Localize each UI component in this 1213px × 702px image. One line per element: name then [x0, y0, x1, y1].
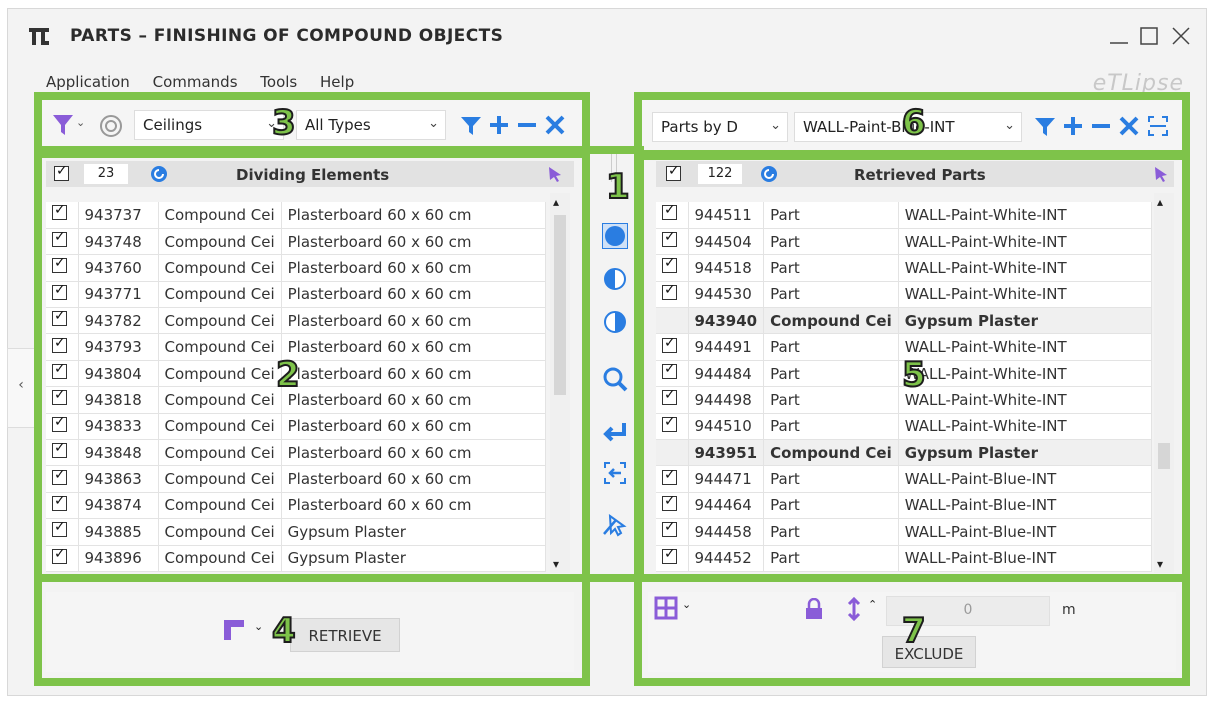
- marker-5: 5: [901, 355, 927, 395]
- menu-commands[interactable]: Commands: [153, 73, 238, 91]
- collapse-panel-tab[interactable]: ‹: [7, 348, 35, 428]
- marker-7: 7: [901, 611, 927, 651]
- window-title: PARTS – FINISHING OF COMPOUND OBJECTS: [70, 26, 504, 46]
- menu-bar: Application Commands Tools Help: [46, 73, 372, 91]
- annotation-box-4: [34, 574, 590, 686]
- annotation-box-2: [34, 146, 590, 582]
- marker-3: 3: [271, 103, 297, 143]
- marker-1: 1: [605, 167, 631, 207]
- minimize-icon[interactable]: [1106, 23, 1132, 49]
- menu-tools[interactable]: Tools: [260, 73, 297, 91]
- maximize-icon[interactable]: [1136, 23, 1162, 49]
- marker-4: 4: [271, 611, 297, 651]
- menu-help[interactable]: Help: [320, 73, 354, 91]
- menu-application[interactable]: Application: [46, 73, 130, 91]
- title-bar: PARTS – FINISHING OF COMPOUND OBJECTS: [8, 9, 1206, 59]
- app-logo-icon: [29, 28, 49, 45]
- marker-2: 2: [275, 355, 301, 395]
- marker-6: 6: [901, 103, 927, 143]
- close-icon[interactable]: [1168, 23, 1194, 49]
